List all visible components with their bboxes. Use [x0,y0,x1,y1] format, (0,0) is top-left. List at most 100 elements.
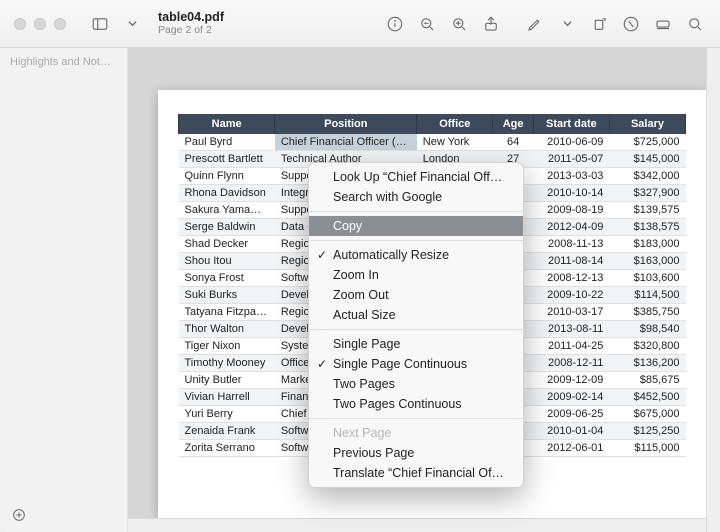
table-cell[interactable]: $103,600 [609,270,685,287]
table-cell[interactable]: 2011-04-25 [533,338,609,355]
table-header-cell: Start date [533,114,609,134]
table-cell[interactable]: 2009-08-19 [533,202,609,219]
table-cell[interactable]: Sakura Yamamoto [179,202,275,219]
table-cell[interactable]: $725,000 [609,134,685,151]
highlight-button[interactable] [616,10,646,38]
table-cell[interactable]: $163,000 [609,253,685,270]
search-button[interactable] [680,10,710,38]
table-cell[interactable]: 2009-12-09 [533,372,609,389]
table-cell[interactable]: 2012-06-01 [533,440,609,457]
table-cell[interactable]: Unity Butler [179,372,275,389]
table-cell[interactable]: Sonya Frost [179,270,275,287]
table-cell[interactable]: Shou Itou [179,253,275,270]
markup-menu-chevron[interactable] [552,10,582,38]
rotate-button[interactable] [584,10,614,38]
table-cell[interactable]: $138,575 [609,219,685,236]
context-menu-item-two-pages-continuous[interactable]: Two Pages Continuous [309,394,523,414]
add-note-button[interactable] [8,504,30,526]
context-menu-item-zoom-in[interactable]: Zoom In [309,265,523,285]
table-cell[interactable]: Tiger Nixon [179,338,275,355]
table-cell[interactable]: Thor Walton [179,321,275,338]
table-cell[interactable]: $114,500 [609,287,685,304]
table-cell[interactable]: New York [417,134,493,151]
vertical-scroll-gutter[interactable] [706,48,720,532]
table-cell[interactable]: $145,000 [609,151,685,168]
table-cell[interactable]: Shad Decker [179,236,275,253]
markup-button[interactable] [520,10,550,38]
horizontal-scroll-gutter[interactable] [128,518,706,532]
table-header-cell: Position [275,114,417,134]
table-cell[interactable]: Chief Financial Officer (CFO) [275,134,417,151]
table-cell[interactable]: Tatyana Fitzpatrick [179,304,275,321]
zoom-window-button[interactable] [54,18,66,30]
table-cell[interactable]: Rhona Davidson [179,185,275,202]
table-cell[interactable]: $452,500 [609,389,685,406]
table-cell[interactable]: $139,575 [609,202,685,219]
minimize-window-button[interactable] [34,18,46,30]
context-menu-item-lookup[interactable]: Look Up “Chief Financial Officer (CFO)…” [309,167,523,187]
table-cell[interactable]: 2009-02-14 [533,389,609,406]
table-cell[interactable]: Prescott Bartlett [179,151,275,168]
table-cell[interactable]: $98,540 [609,321,685,338]
table-cell[interactable]: Suki Burks [179,287,275,304]
context-menu-separator [309,240,523,241]
context-menu-item-translate[interactable]: Translate “Chief Financial Officer (CFO)… [309,463,523,483]
table-cell[interactable]: $115,000 [609,440,685,457]
table-cell[interactable]: Serge Baldwin [179,219,275,236]
table-cell[interactable]: 2013-03-03 [533,168,609,185]
context-menu-item-zoom-out[interactable]: Zoom Out [309,285,523,305]
table-cell[interactable]: 2008-12-11 [533,355,609,372]
table-cell[interactable]: $85,675 [609,372,685,389]
share-icon [482,15,500,33]
context-menu-item-single-page[interactable]: Single Page [309,334,523,354]
form-button[interactable] [648,10,678,38]
pencil-icon [526,15,544,33]
table-cell[interactable]: 64 [493,134,534,151]
context-menu-item-auto-resize[interactable]: ✓Automatically Resize [309,245,523,265]
context-menu-item-single-page-continuous[interactable]: ✓Single Page Continuous [309,354,523,374]
info-button[interactable] [380,10,410,38]
table-cell[interactable]: $320,800 [609,338,685,355]
table-cell[interactable]: 2009-10-22 [533,287,609,304]
table-cell[interactable]: Zorita Serrano [179,440,275,457]
context-menu-item-actual-size[interactable]: Actual Size [309,305,523,325]
table-cell[interactable]: $342,000 [609,168,685,185]
table-cell[interactable]: 2011-05-07 [533,151,609,168]
sidebar-menu-chevron[interactable] [118,10,146,38]
context-menu-item-previous-page[interactable]: Previous Page [309,443,523,463]
table-cell[interactable]: $385,750 [609,304,685,321]
close-window-button[interactable] [14,18,26,30]
table-cell[interactable]: Zenaida Frank [179,423,275,440]
context-menu-item-copy[interactable]: Copy [309,216,523,236]
table-cell[interactable]: 2008-11-13 [533,236,609,253]
table-cell[interactable]: 2009-06-25 [533,406,609,423]
table-cell[interactable]: $675,000 [609,406,685,423]
table-cell[interactable]: Timothy Mooney [179,355,275,372]
table-cell[interactable]: 2010-01-04 [533,423,609,440]
highlight-icon [622,15,640,33]
zoom-in-button[interactable] [444,10,474,38]
zoom-in-icon [450,15,468,33]
plus-circle-icon [11,507,27,523]
context-menu-item-two-pages[interactable]: Two Pages [309,374,523,394]
table-cell[interactable]: Vivian Harrell [179,389,275,406]
table-cell[interactable]: 2008-12-13 [533,270,609,287]
table-cell[interactable]: Quinn Flynn [179,168,275,185]
table-cell[interactable]: $125,250 [609,423,685,440]
table-cell[interactable]: 2010-06-09 [533,134,609,151]
sidebar-toggle-button[interactable] [86,10,114,38]
table-cell[interactable]: 2013-08-11 [533,321,609,338]
table-cell[interactable]: $327,900 [609,185,685,202]
table-cell[interactable]: $183,000 [609,236,685,253]
context-menu-item-search-google[interactable]: Search with Google [309,187,523,207]
table-cell[interactable]: 2010-10-14 [533,185,609,202]
table-cell[interactable]: 2010-03-17 [533,304,609,321]
table-header-cell: Age [493,114,534,134]
table-cell[interactable]: $136,200 [609,355,685,372]
table-cell[interactable]: 2012-04-09 [533,219,609,236]
share-button[interactable] [476,10,506,38]
table-cell[interactable]: Yuri Berry [179,406,275,423]
zoom-out-button[interactable] [412,10,442,38]
table-cell[interactable]: 2011-08-14 [533,253,609,270]
table-cell[interactable]: Paul Byrd [179,134,275,151]
